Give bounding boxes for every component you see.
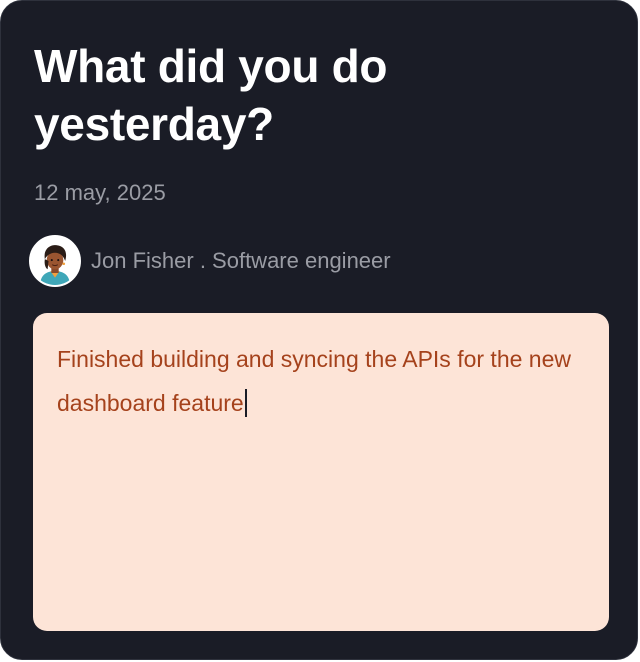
entry-date: 12 may, 2025 — [34, 180, 166, 205]
question-title: What did you do yesterday? — [34, 40, 388, 150]
answer-text: Finished building and syncing the APIs f… — [57, 346, 571, 416]
person-avatar-icon — [29, 235, 81, 287]
answer-textarea[interactable]: Finished building and syncing the APIs f… — [33, 313, 609, 631]
author-name-role: Jon Fisher . Software engineer — [91, 248, 391, 273]
text-cursor — [244, 389, 247, 417]
standup-card: What did you do yesterday? 12 may, 2025 … — [0, 0, 638, 660]
author-row: Jon Fisher . Software engineer — [29, 233, 391, 289]
